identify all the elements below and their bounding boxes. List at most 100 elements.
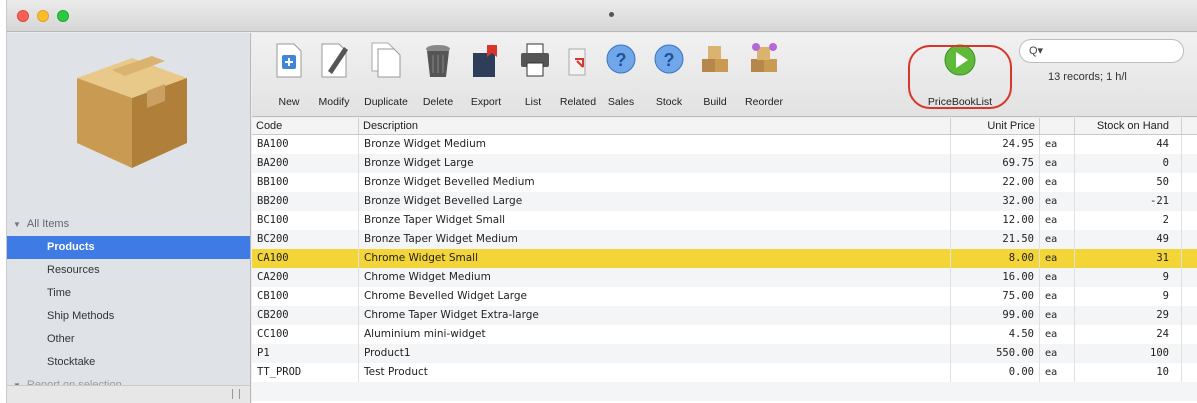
pencil-document-icon: [321, 43, 348, 78]
search-field[interactable]: Q▾: [1019, 39, 1184, 63]
table-row[interactable]: BC200 Bronze Taper Widget Medium 21.50 ea 49: [252, 230, 1197, 249]
cell-extra: [1182, 230, 1197, 249]
table-row[interactable]: CB200 Chrome Taper Widget Extra-large 99.0…: [252, 306, 1197, 325]
cell-stock: 0: [1075, 154, 1182, 173]
delete-button[interactable]: Delete: [418, 41, 458, 111]
sidebar-resize-grip-icon[interactable]: [232, 389, 240, 399]
sidebar-item-products[interactable]: Products: [7, 236, 250, 259]
table-row[interactable]: CA100 Chrome Widget Small 8.00 ea 31: [252, 249, 1197, 268]
cell-description: Bronze Widget Bevelled Large: [359, 192, 951, 211]
svg-text:?: ?: [664, 50, 675, 70]
sidebar-item-all-items[interactable]: ▼ All Items: [7, 213, 250, 236]
table-row[interactable]: BA200 Bronze Widget Large 69.75 ea 0: [252, 154, 1197, 173]
toolbar: New Modify Duplicate Delete Export List …: [252, 33, 1197, 117]
svg-text:?: ?: [616, 50, 627, 70]
cell-description: Bronze Widget Bevelled Medium: [359, 173, 951, 192]
close-window-button[interactable]: [17, 10, 29, 22]
cell-extra: [1182, 192, 1197, 211]
sidebar-item-label: Ship Methods: [47, 310, 115, 322]
sidebar: ▼ All Items Products Resources Time Ship Meth…: [7, 33, 251, 403]
reorder-label: Reorder: [745, 96, 783, 108]
delete-label: Delete: [422, 96, 454, 108]
cell-unit: ea: [1040, 268, 1075, 287]
sidebar-item-resources[interactable]: Resources: [7, 259, 250, 282]
column-header-code[interactable]: Code: [252, 118, 359, 134]
cell-code: CB200: [252, 306, 359, 325]
cell-price: 99.00: [951, 306, 1040, 325]
cell-code: CA200: [252, 268, 359, 287]
reorder-button[interactable]: Reorder: [742, 41, 786, 111]
cell-price: 550.00: [951, 344, 1040, 363]
products-table: Code Description Unit Price Stock on Han…: [252, 118, 1197, 403]
table-row[interactable]: CB100 Chrome Bevelled Widget Large 75.00 ea…: [252, 287, 1197, 306]
cell-stock: 49: [1075, 230, 1182, 249]
duplicate-button[interactable]: Duplicate: [360, 41, 412, 111]
new-button[interactable]: New: [272, 41, 306, 111]
export-button[interactable]: Export: [466, 41, 506, 111]
sidebar-item-label: Stocktake: [47, 356, 96, 368]
duplicate-document-icon: [371, 42, 401, 78]
cell-price: 16.00: [951, 268, 1040, 287]
column-header-description[interactable]: Description: [359, 118, 951, 134]
cell-code: TT_PROD: [252, 363, 359, 382]
cell-unit: ea: [1040, 135, 1075, 154]
sidebar-item-time[interactable]: Time: [7, 282, 250, 305]
cell-unit: ea: [1040, 249, 1075, 268]
related-icon: [568, 48, 586, 76]
column-header-extra[interactable]: [1182, 118, 1197, 134]
minimize-window-button[interactable]: [37, 10, 49, 22]
sales-button[interactable]: ? Sales: [604, 41, 638, 111]
related-label: Related: [559, 96, 597, 108]
cell-description: Bronze Widget Medium: [359, 135, 951, 154]
cell-stock: 31: [1075, 249, 1182, 268]
sidebar-item-stocktake[interactable]: Stocktake: [7, 351, 250, 374]
table-row[interactable]: P1 Product1 550.00 ea 100: [252, 344, 1197, 363]
sidebar-item-label: Other: [47, 333, 75, 345]
modify-button[interactable]: Modify: [314, 41, 354, 111]
cell-extra: [1182, 363, 1197, 382]
cell-extra: [1182, 325, 1197, 344]
column-header-stock-on-hand[interactable]: Stock on Hand: [1075, 118, 1182, 134]
sidebar-item-label: Time: [47, 287, 72, 299]
disclosure-triangle-icon[interactable]: ▼: [13, 213, 21, 236]
highlight-annotation-ring: [908, 45, 1012, 109]
sidebar-item-ship-methods[interactable]: Ship Methods: [7, 305, 250, 328]
title-bar: [7, 0, 1197, 32]
zoom-window-button[interactable]: [57, 10, 69, 22]
table-body: BA100 Bronze Widget Medium 24.95 ea 44 BA200 B…: [252, 135, 1197, 401]
sidebar-item-other[interactable]: Other: [7, 328, 250, 351]
cell-price: 0.00: [951, 363, 1040, 382]
cell-code: BB200: [252, 192, 359, 211]
stock-button[interactable]: ? Stock: [652, 41, 686, 111]
cell-stock: 50: [1075, 173, 1182, 192]
column-header-unit[interactable]: [1040, 118, 1075, 134]
export-icon: [473, 45, 497, 77]
cell-unit: ea: [1040, 306, 1075, 325]
cell-price: 69.75: [951, 154, 1040, 173]
build-button[interactable]: Build: [698, 41, 732, 111]
table-row[interactable]: CA200 Chrome Widget Medium 16.00 ea 9: [252, 268, 1197, 287]
table-row[interactable]: TT_PROD Test Product 0.00 ea 10: [252, 363, 1197, 382]
table-row[interactable]: CC100 Aluminium mini-widget 4.50 ea 24: [252, 325, 1197, 344]
cell-price: 22.00: [951, 173, 1040, 192]
cell-unit: ea: [1040, 363, 1075, 382]
cell-code: P1: [252, 344, 359, 363]
list-button[interactable]: List: [518, 41, 549, 111]
stock-label: Stock: [655, 96, 683, 108]
table-row[interactable]: BB100 Bronze Widget Bevelled Medium 22.00 e…: [252, 173, 1197, 192]
cell-extra: [1182, 287, 1197, 306]
related-button[interactable]: Related: [558, 41, 598, 111]
cell-price: 8.00: [951, 249, 1040, 268]
sidebar-tree: ▼ All Items Products Resources Time Ship Meth…: [7, 213, 250, 397]
table-row[interactable]: BB200 Bronze Widget Bevelled Large 32.00 ea…: [252, 192, 1197, 211]
products-box-icon: [77, 56, 187, 168]
cell-extra: [1182, 135, 1197, 154]
table-row[interactable]: BC100 Bronze Taper Widget Small 12.00 ea 2: [252, 211, 1197, 230]
column-header-unit-price[interactable]: Unit Price: [951, 118, 1040, 134]
cell-description: Chrome Widget Medium: [359, 268, 951, 287]
cell-price: 21.50: [951, 230, 1040, 249]
cell-extra: [1182, 268, 1197, 287]
cell-unit: ea: [1040, 211, 1075, 230]
cell-price: 12.00: [951, 211, 1040, 230]
table-row[interactable]: BA100 Bronze Widget Medium 24.95 ea 44: [252, 135, 1197, 154]
